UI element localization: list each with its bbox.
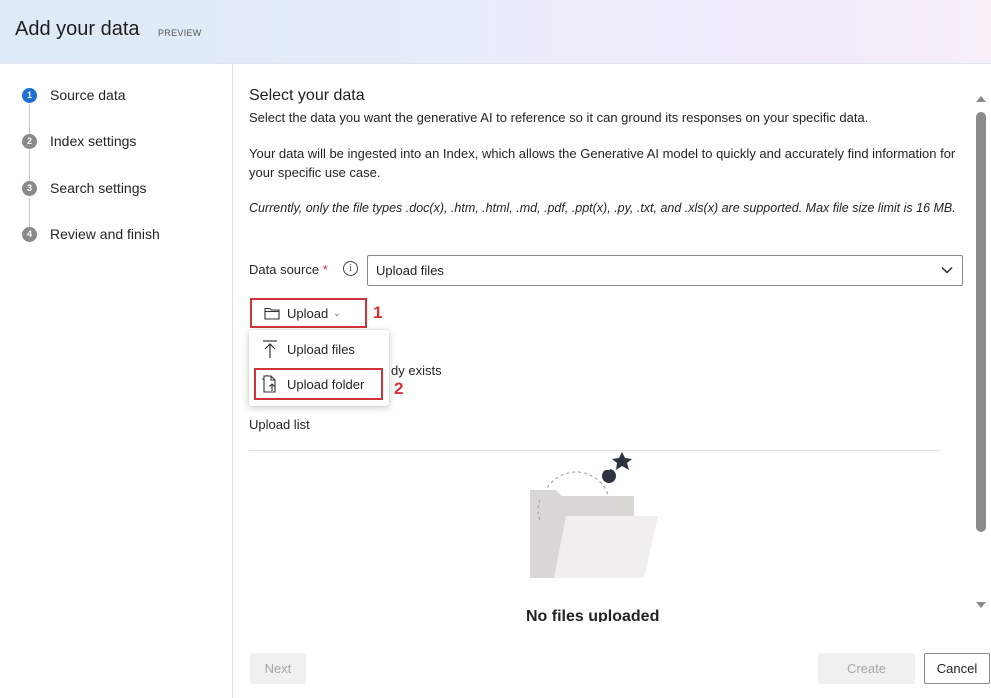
step-number: 4 (22, 226, 37, 242)
partially-hidden-text: dy exists (391, 363, 442, 378)
data-source-label: Data source * (249, 262, 328, 277)
step-label: Source data (50, 87, 126, 103)
upload-button-label: Upload (287, 305, 329, 321)
menu-item-label: Upload folder (287, 376, 365, 392)
main-panel: Select your data Select the data you wan… (234, 64, 991, 698)
step-label: Review and finish (50, 226, 160, 242)
chevron-down-icon (941, 267, 953, 274)
step-number: 2 (22, 133, 37, 149)
scroll-down-arrow[interactable] (976, 602, 986, 608)
ingest-text: Your data will be ingested into an Index… (249, 146, 956, 180)
folder-upload-icon (262, 375, 276, 393)
step-connector (29, 104, 30, 134)
data-source-value: Upload files (376, 263, 444, 278)
filetypes-text: Currently, only the file types .doc(x), … (249, 201, 956, 215)
upload-menu: Upload files Upload folder (249, 330, 389, 406)
section-title: Select your data (249, 87, 365, 104)
step-label: Index settings (50, 133, 137, 149)
upload-list-label: Upload list (249, 417, 310, 432)
menu-item-upload-files[interactable]: Upload files (249, 332, 389, 366)
dialog-header: Add your data PREVIEW (0, 0, 991, 64)
data-source-label-text: Data source (249, 262, 320, 277)
step-source-data[interactable]: 1 Source data (22, 87, 126, 103)
menu-item-upload-folder[interactable]: Upload folder (254, 368, 383, 400)
intro-text: Select the data you want the generative … (249, 110, 869, 125)
step-review-finish[interactable]: 4 Review and finish (22, 226, 160, 242)
data-source-select[interactable]: Upload files (367, 255, 963, 286)
menu-item-label: Upload files (287, 341, 355, 357)
info-icon[interactable]: i (343, 261, 358, 276)
step-number: 3 (22, 180, 37, 196)
annotation-2: 2 (394, 379, 404, 398)
step-label: Search settings (50, 180, 147, 196)
create-button[interactable]: Create (818, 653, 915, 684)
step-number: 1 (22, 87, 37, 103)
step-index-settings[interactable]: 2 Index settings (22, 133, 136, 149)
required-mark: * (322, 262, 328, 277)
next-button[interactable]: Next (250, 653, 306, 684)
preview-badge: PREVIEW (158, 28, 202, 38)
upload-button[interactable]: Upload ⌄ (250, 298, 367, 328)
upload-arrow-icon (263, 340, 277, 358)
chevron-down-icon: ⌄ (333, 307, 341, 318)
step-connector (29, 150, 30, 182)
dialog-title: Add your data (15, 18, 140, 40)
cancel-button[interactable]: Cancel (924, 653, 990, 684)
annotation-1: 1 (373, 303, 383, 322)
empty-folder-illustration (530, 452, 658, 578)
empty-state-title: No files uploaded (526, 608, 660, 622)
folder-icon (264, 307, 280, 320)
wizard-steps: 1 Source data 2 Index settings 3 Search … (0, 64, 233, 698)
scrollbar-thumb[interactable] (976, 112, 986, 532)
scroll-up-arrow[interactable] (976, 96, 986, 102)
step-search-settings[interactable]: 3 Search settings (22, 180, 147, 196)
